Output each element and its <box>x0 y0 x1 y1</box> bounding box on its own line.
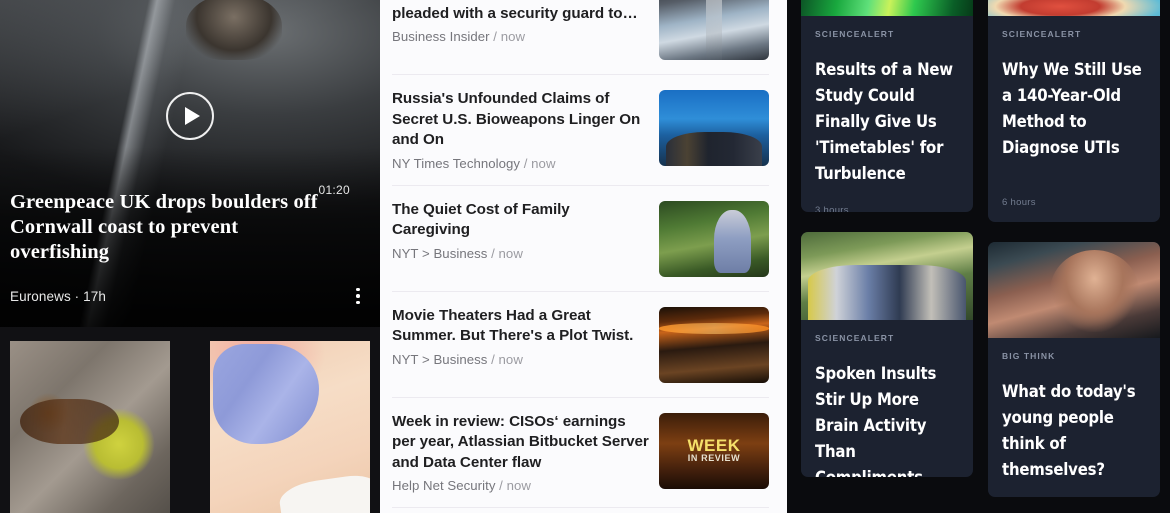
green-laser-device-image <box>801 0 973 16</box>
news-card-title: Spoken Insults Stir Up More Brain Activi… <box>815 364 937 477</box>
news-card-body: SCIENCEALERT Why We Still Use a 140-Year… <box>988 16 1160 222</box>
list-item-meta: NYT > Business / now <box>392 245 523 261</box>
list-item-meta: Business Insider / now <box>392 29 526 44</box>
list-item-source: Help Net Security <box>392 478 496 493</box>
video-source: Euronews · 17h <box>10 289 106 304</box>
list-item-source: NYT > Business <box>392 351 488 367</box>
list-item[interactable]: Russia's Unfounded Claims of Secret U.S.… <box>392 75 769 186</box>
list-item[interactable]: The Quiet Cost of Family Caregiving NYT … <box>392 186 769 292</box>
news-card-time: 8 hours <box>1002 483 1146 497</box>
list-item[interactable]: Movie Theaters Had a Great Summer. But T… <box>392 292 769 398</box>
news-card-body: SCIENCEALERT Results of a New Study Coul… <box>801 16 973 212</box>
list-item[interactable]: Starting a new semester? Grab this refur… <box>392 508 769 513</box>
list-item-meta: NY Times Technology / now <box>392 155 556 171</box>
list-item-time: now <box>498 351 523 367</box>
news-card[interactable]: SCIENCEALERT Results of a New Study Coul… <box>801 0 973 212</box>
ant-photo-tile[interactable] <box>10 341 170 513</box>
list-item-meta: Help Net Security / now <box>392 478 531 493</box>
photo-tile-row <box>0 341 380 513</box>
list-item-meta: NYT > Business / now <box>392 351 523 367</box>
ant-photo-image <box>10 341 170 513</box>
news-card-source: BIG THINK <box>1002 351 1056 361</box>
petri-dish-image <box>988 0 1160 16</box>
left-media-column: 01:20 Greenpeace UK drops boulders off C… <box>0 0 380 513</box>
list-item-title: Russia's Unfounded Claims of Secret U.S.… <box>392 90 641 148</box>
news-card-source: SCIENCEALERT <box>1002 29 1082 39</box>
list-item-source: NY Times Technology <box>392 155 521 171</box>
news-card-title: Why We Still Use a 140-Year-Old Method t… <box>1002 60 1142 157</box>
dark-card-column-a: SCIENCEALERT Results of a New Study Coul… <box>801 0 973 513</box>
list-item-source: NYT > Business <box>392 245 488 261</box>
play-triangle-icon <box>184 107 200 125</box>
list-item-text: The Quiet Cost of Family Caregiving NYT … <box>392 199 649 261</box>
couple-portrait-image <box>988 242 1160 338</box>
list-item-title: alone overnight in an airport pleaded wi… <box>392 0 638 22</box>
list-item-time: now <box>506 478 531 493</box>
news-card-source: SCIENCEALERT <box>815 29 895 39</box>
news-card-body: BIG THINK What do today's young people t… <box>988 338 1160 497</box>
video-title: Greenpeace UK drops boulders off Cornwal… <box>10 191 318 263</box>
news-card-source: SCIENCEALERT <box>815 333 895 343</box>
news-card-time: 3 hours <box>815 205 849 212</box>
medical-hand-photo-image <box>210 341 370 513</box>
news-card[interactable]: SCIENCEALERT Spoken Insults Stir Up More… <box>801 232 973 477</box>
kebab-dot <box>356 300 360 305</box>
news-card[interactable]: BIG THINK What do today's young people t… <box>988 242 1160 497</box>
dark-cards-area: SCIENCEALERT Results of a New Study Coul… <box>787 0 1170 513</box>
list-item-time: now <box>500 29 526 44</box>
list-item-text: Movie Theaters Had a Great Summer. But T… <box>392 305 649 367</box>
list-item-text: Russia's Unfounded Claims of Secret U.S.… <box>392 88 649 171</box>
list-item-time: now <box>531 155 556 171</box>
list-item[interactable]: Week in review: CISOs‘ earnings per year… <box>392 398 769 508</box>
video-card[interactable]: 01:20 Greenpeace UK drops boulders off C… <box>0 0 380 327</box>
play-icon[interactable] <box>166 92 214 140</box>
list-item-source: Business Insider <box>392 29 490 44</box>
thumbnail-text-secondary: IN REVIEW <box>687 453 741 463</box>
list-item-text: Week in review: CISOs‘ earnings per year… <box>392 411 649 494</box>
list-item-title: Movie Theaters Had a Great Summer. But T… <box>392 306 634 345</box>
kebab-dot <box>356 294 360 298</box>
list-item-time: now <box>498 245 523 261</box>
news-card-title: Results of a New Study Could Finally Giv… <box>815 60 953 183</box>
escalator-thumbnail[interactable] <box>659 0 769 60</box>
group-of-girls-image <box>801 232 973 320</box>
caregiver-portrait-thumbnail[interactable] <box>659 200 769 277</box>
kebab-menu-icon[interactable] <box>350 285 366 307</box>
news-card-body: SCIENCEALERT Spoken Insults Stir Up More… <box>801 320 973 477</box>
medical-hand-photo-tile[interactable] <box>210 341 370 513</box>
movie-theater-lobby-thumbnail[interactable] <box>659 306 769 383</box>
week-in-review-thumbnail[interactable]: WEEK IN REVIEW <box>659 412 769 489</box>
news-card-time: 6 hours <box>1002 197 1036 208</box>
list-item-title: Week in review: CISOs‘ earnings per year… <box>392 412 649 471</box>
article-feed-list[interactable]: alone overnight in an airport pleaded wi… <box>380 0 787 513</box>
list-item-text: alone overnight in an airport pleaded wi… <box>392 0 649 44</box>
kebab-dot <box>356 287 360 292</box>
news-card[interactable]: SCIENCEALERT Why We Still Use a 140-Year… <box>988 0 1160 222</box>
list-item[interactable]: alone overnight in an airport pleaded wi… <box>392 0 769 75</box>
list-item-title: The Quiet Cost of Family Caregiving <box>392 200 570 239</box>
dark-card-column-b: SCIENCEALERT Why We Still Use a 140-Year… <box>988 0 1160 513</box>
video-person-figure <box>186 0 282 60</box>
russia-classroom-thumbnail[interactable] <box>659 90 769 166</box>
news-feed-page: 01:20 Greenpeace UK drops boulders off C… <box>0 0 1170 513</box>
thumbnail-text-primary: WEEK <box>687 436 741 455</box>
news-card-title: What do today's young people think of th… <box>1002 382 1136 479</box>
